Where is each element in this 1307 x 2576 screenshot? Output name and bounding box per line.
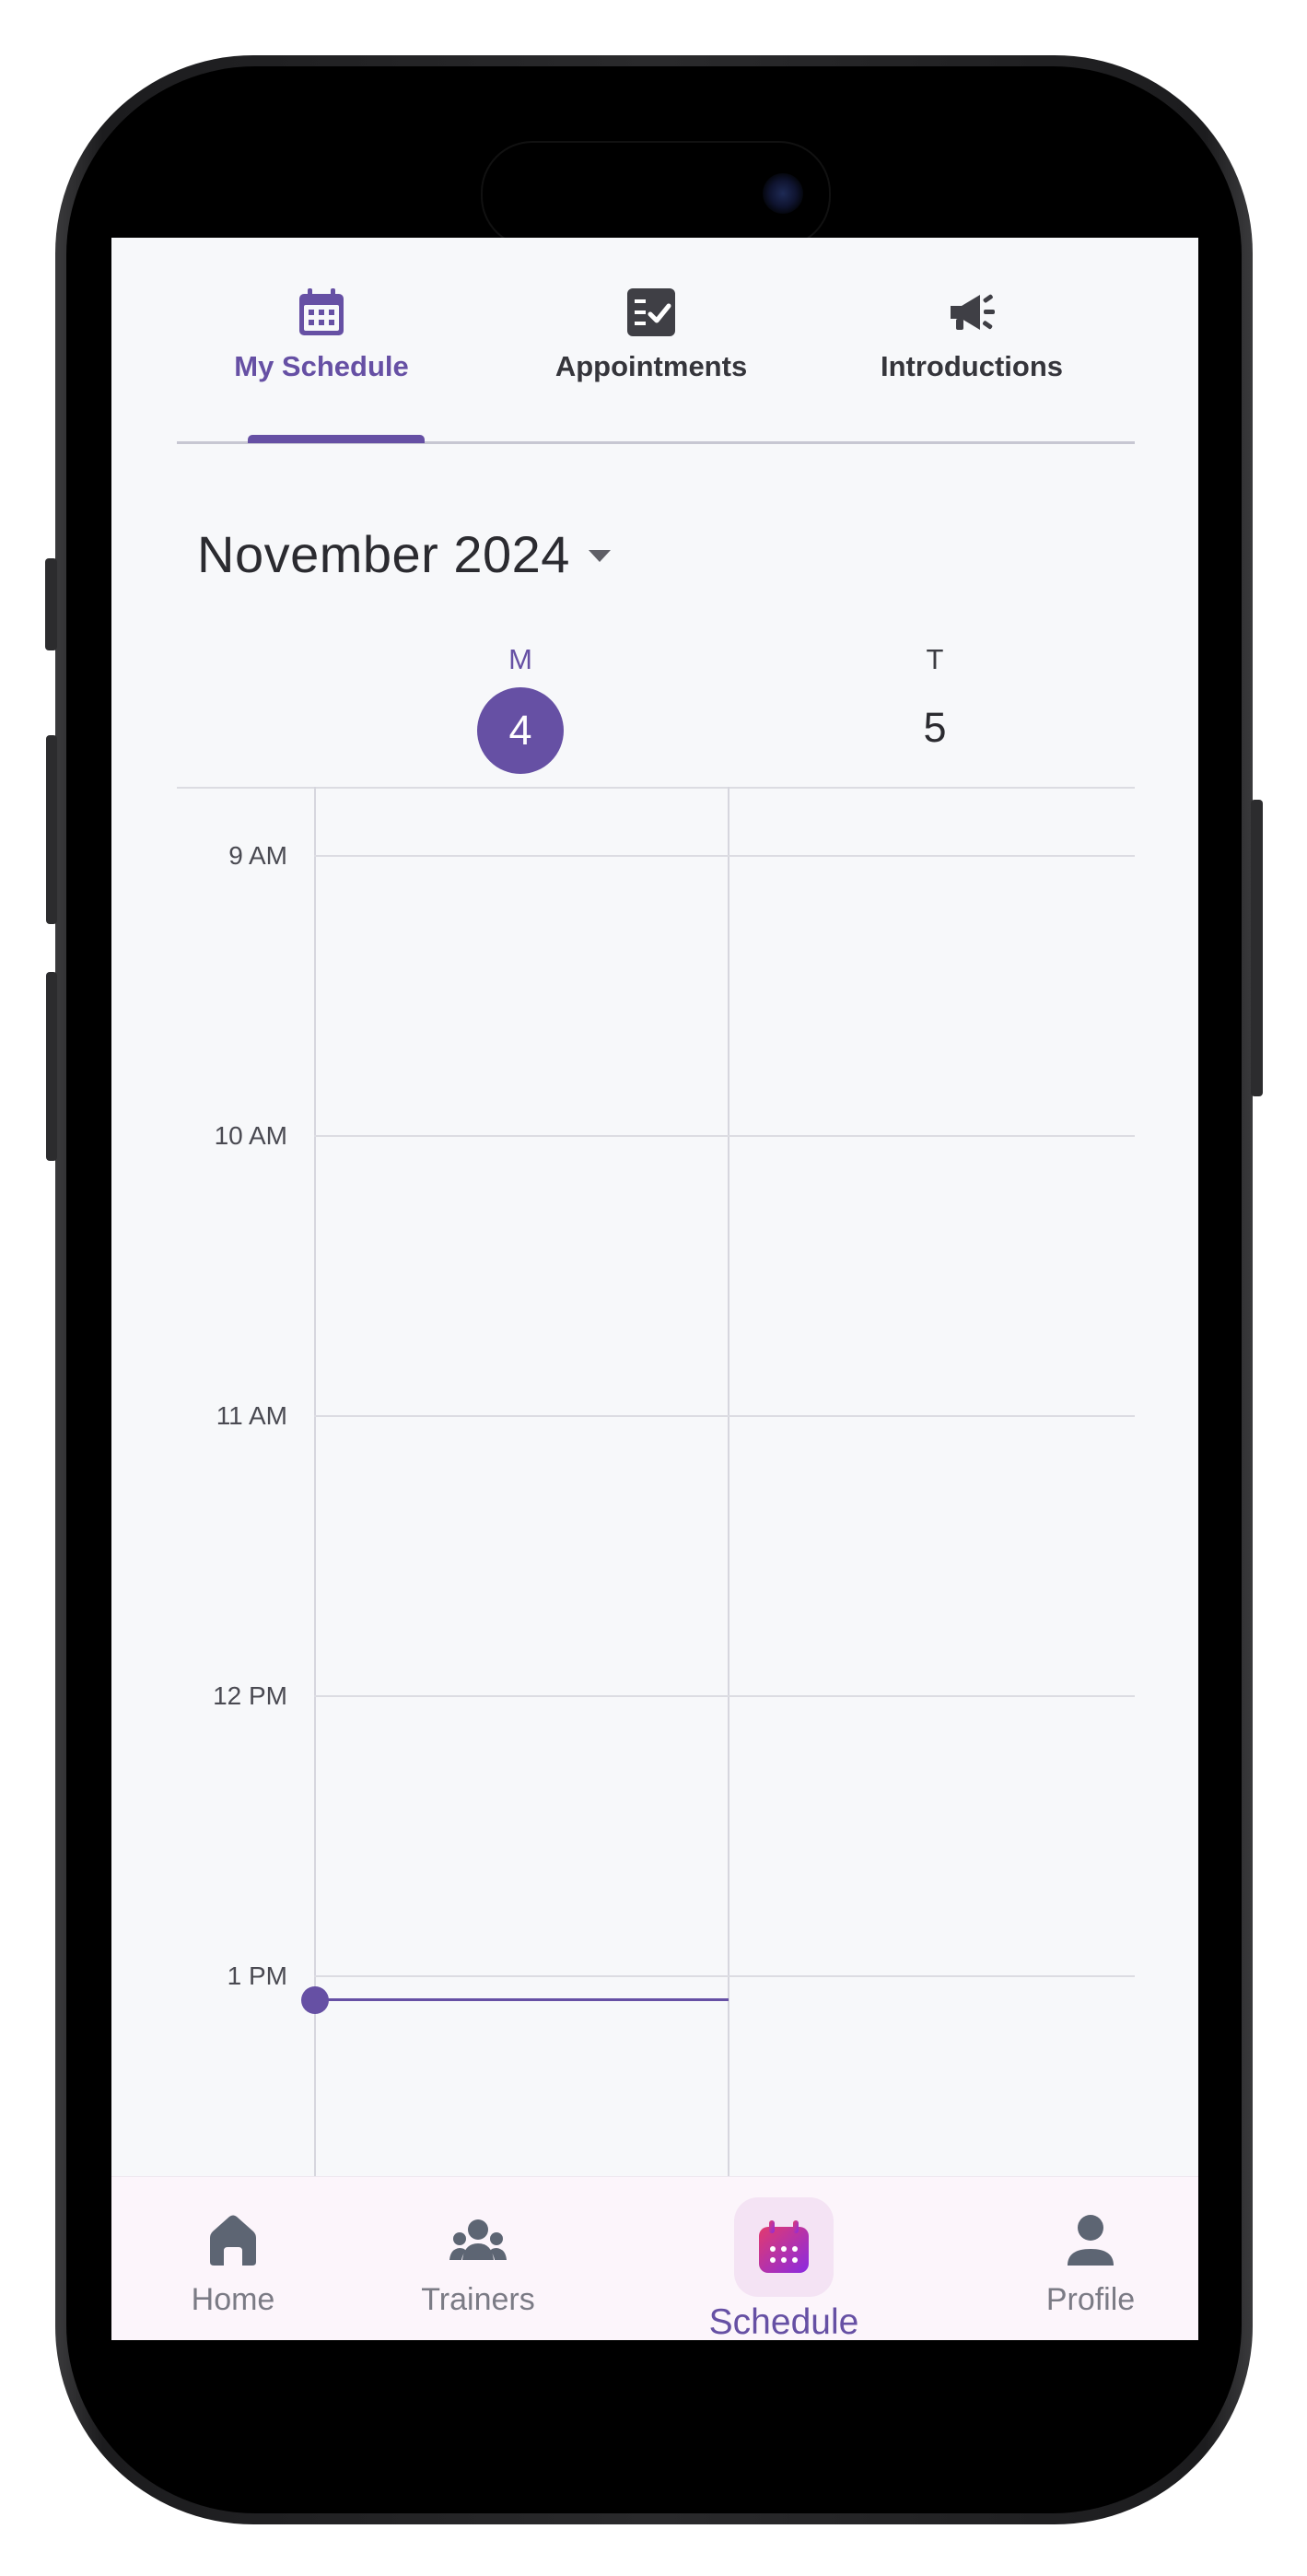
- action-button: [45, 558, 57, 650]
- bottom-navigation: Home Trainers Schedule Profile: [111, 2176, 1198, 2340]
- nav-trainers[interactable]: Trainers: [395, 2210, 561, 2318]
- calendar-icon: [299, 288, 344, 335]
- hour-line: [314, 1135, 1135, 1137]
- hour-line: [314, 1695, 1135, 1697]
- hour-line: [314, 1415, 1135, 1417]
- tab-my-schedule[interactable]: My Schedule: [183, 286, 460, 383]
- active-nav-pill: [734, 2197, 834, 2297]
- tab-label: My Schedule: [234, 350, 409, 382]
- tab-label: Appointments: [554, 350, 748, 382]
- nav-label: Schedule: [708, 2302, 859, 2340]
- current-time-dot: [301, 1986, 329, 2014]
- power-button: [1251, 800, 1263, 1096]
- nav-label: Trainers: [421, 2282, 535, 2317]
- hour-line: [314, 855, 1135, 857]
- current-time-line: [315, 1998, 729, 2001]
- day-number: 4: [508, 707, 532, 754]
- grid-top-divider: [177, 787, 1135, 789]
- grid-column-line: [728, 787, 729, 2340]
- day-monday[interactable]: M 4: [474, 643, 566, 774]
- time-label: 1 PM: [227, 1961, 287, 1990]
- active-tab-indicator: [248, 435, 425, 443]
- megaphone-icon: [951, 294, 995, 330]
- month-label: November 2024: [197, 524, 570, 583]
- dynamic-island: [481, 141, 831, 248]
- app-screen: My Schedule Appointments Introductions N…: [111, 238, 1198, 2340]
- person-icon: [1068, 2215, 1114, 2266]
- selected-day-circle: 4: [477, 687, 564, 774]
- home-icon: [210, 2215, 256, 2266]
- month-selector[interactable]: November 2024: [197, 521, 611, 586]
- day-tuesday[interactable]: T 5: [889, 643, 981, 752]
- time-label: 10 AM: [214, 1121, 287, 1150]
- hour-line: [314, 1975, 1135, 1977]
- checklist-icon: [627, 288, 675, 336]
- volume-down-button: [46, 972, 57, 1161]
- day-letter: T: [926, 643, 944, 675]
- day-letter: M: [508, 643, 532, 675]
- time-label: 11 AM: [216, 1401, 287, 1430]
- nav-schedule[interactable]: Schedule: [701, 2197, 867, 2340]
- day-number: 5: [923, 704, 947, 751]
- nav-label: Profile: [1045, 2282, 1136, 2317]
- calendar-icon: [759, 2220, 809, 2273]
- grid-column-line: [314, 787, 316, 2340]
- tab-introductions[interactable]: Introductions: [824, 286, 1119, 383]
- nav-label: Home: [191, 2282, 275, 2317]
- time-label: 9 AM: [228, 841, 287, 870]
- tab-appointments[interactable]: Appointments: [504, 286, 799, 383]
- tab-label: Introductions: [880, 350, 1064, 382]
- group-icon: [449, 2219, 507, 2260]
- time-grid[interactable]: 9 AM 10 AM 11 AM 12 PM 1 PM: [177, 787, 1135, 2340]
- camera-icon: [763, 173, 803, 214]
- nav-home[interactable]: Home: [150, 2210, 316, 2318]
- nav-profile[interactable]: Profile: [1008, 2210, 1173, 2318]
- time-label: 12 PM: [213, 1681, 287, 1710]
- volume-up-button: [46, 735, 57, 924]
- schedule-tabs: My Schedule Appointments Introductions: [177, 238, 1135, 444]
- caret-down-icon: [588, 549, 611, 562]
